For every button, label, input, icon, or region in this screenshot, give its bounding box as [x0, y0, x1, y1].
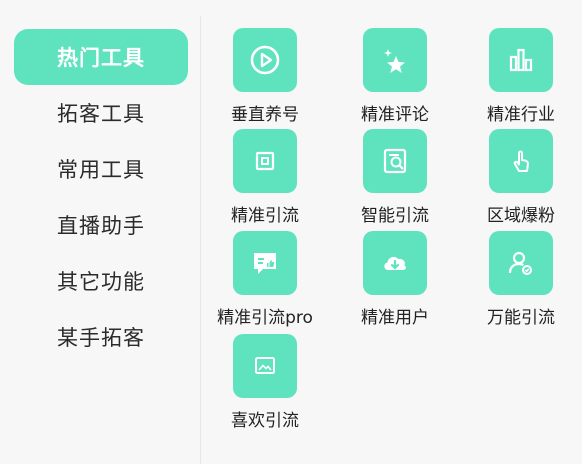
tool-precise-users[interactable]: 精准用户: [333, 231, 457, 331]
tool-precise-industry[interactable]: 精准行业: [459, 28, 582, 128]
tool-label: 智能引流: [361, 206, 429, 226]
tool-label: 精准行业: [487, 105, 555, 125]
tool-like-traffic[interactable]: 喜欢引流: [203, 334, 327, 434]
bar-chart-icon: [489, 28, 553, 92]
sidebar-item-common-tools[interactable]: 常用工具: [14, 141, 188, 197]
sidebar: 热门工具 拓客工具 常用工具 直播助手 其它功能 某手拓客: [0, 0, 200, 464]
target-square-icon: [233, 129, 297, 193]
tool-label: 精准引流pro: [217, 308, 313, 328]
hand-tap-icon: [489, 129, 553, 193]
tool-vertical-nurture[interactable]: 垂直养号: [203, 28, 327, 128]
tool-label: 喜欢引流: [231, 411, 299, 431]
tool-label: 精准用户: [361, 308, 429, 328]
user-check-icon: [489, 231, 553, 295]
tool-label: 万能引流: [487, 308, 555, 328]
tool-universal-traffic[interactable]: 万能引流: [459, 231, 582, 331]
tool-label: 区域爆粉: [487, 206, 555, 226]
sidebar-item-live-assistant[interactable]: 直播助手: [14, 197, 188, 253]
tool-label: 精准评论: [361, 105, 429, 125]
tool-label: 垂直养号: [231, 105, 299, 125]
chat-like-icon: [233, 231, 297, 295]
star-sparkle-icon: [363, 28, 427, 92]
sidebar-item-other-functions[interactable]: 其它功能: [14, 253, 188, 309]
tool-precise-traffic-pro[interactable]: 精准引流pro: [203, 231, 327, 331]
play-circle-icon: [233, 28, 297, 92]
image-frame-icon: [233, 334, 297, 398]
tool-label: 精准引流: [231, 206, 299, 226]
cloud-download-icon: [363, 231, 427, 295]
tool-smart-traffic[interactable]: 智能引流: [333, 129, 457, 229]
tool-precise-traffic[interactable]: 精准引流: [203, 129, 327, 229]
sidebar-item-kuaishou-leads[interactable]: 某手拓客: [14, 309, 188, 365]
tool-precise-comment[interactable]: 精准评论: [333, 28, 457, 128]
tools-grid: 垂直养号 精准评论 精准行业 精准引流 智能引流 区域爆粉 精准引流pro 精准…: [201, 0, 582, 464]
sidebar-item-lead-tools[interactable]: 拓客工具: [14, 85, 188, 141]
sidebar-item-hot-tools[interactable]: 热门工具: [14, 29, 188, 85]
tool-regional-fans[interactable]: 区域爆粉: [459, 129, 582, 229]
search-doc-icon: [363, 129, 427, 193]
